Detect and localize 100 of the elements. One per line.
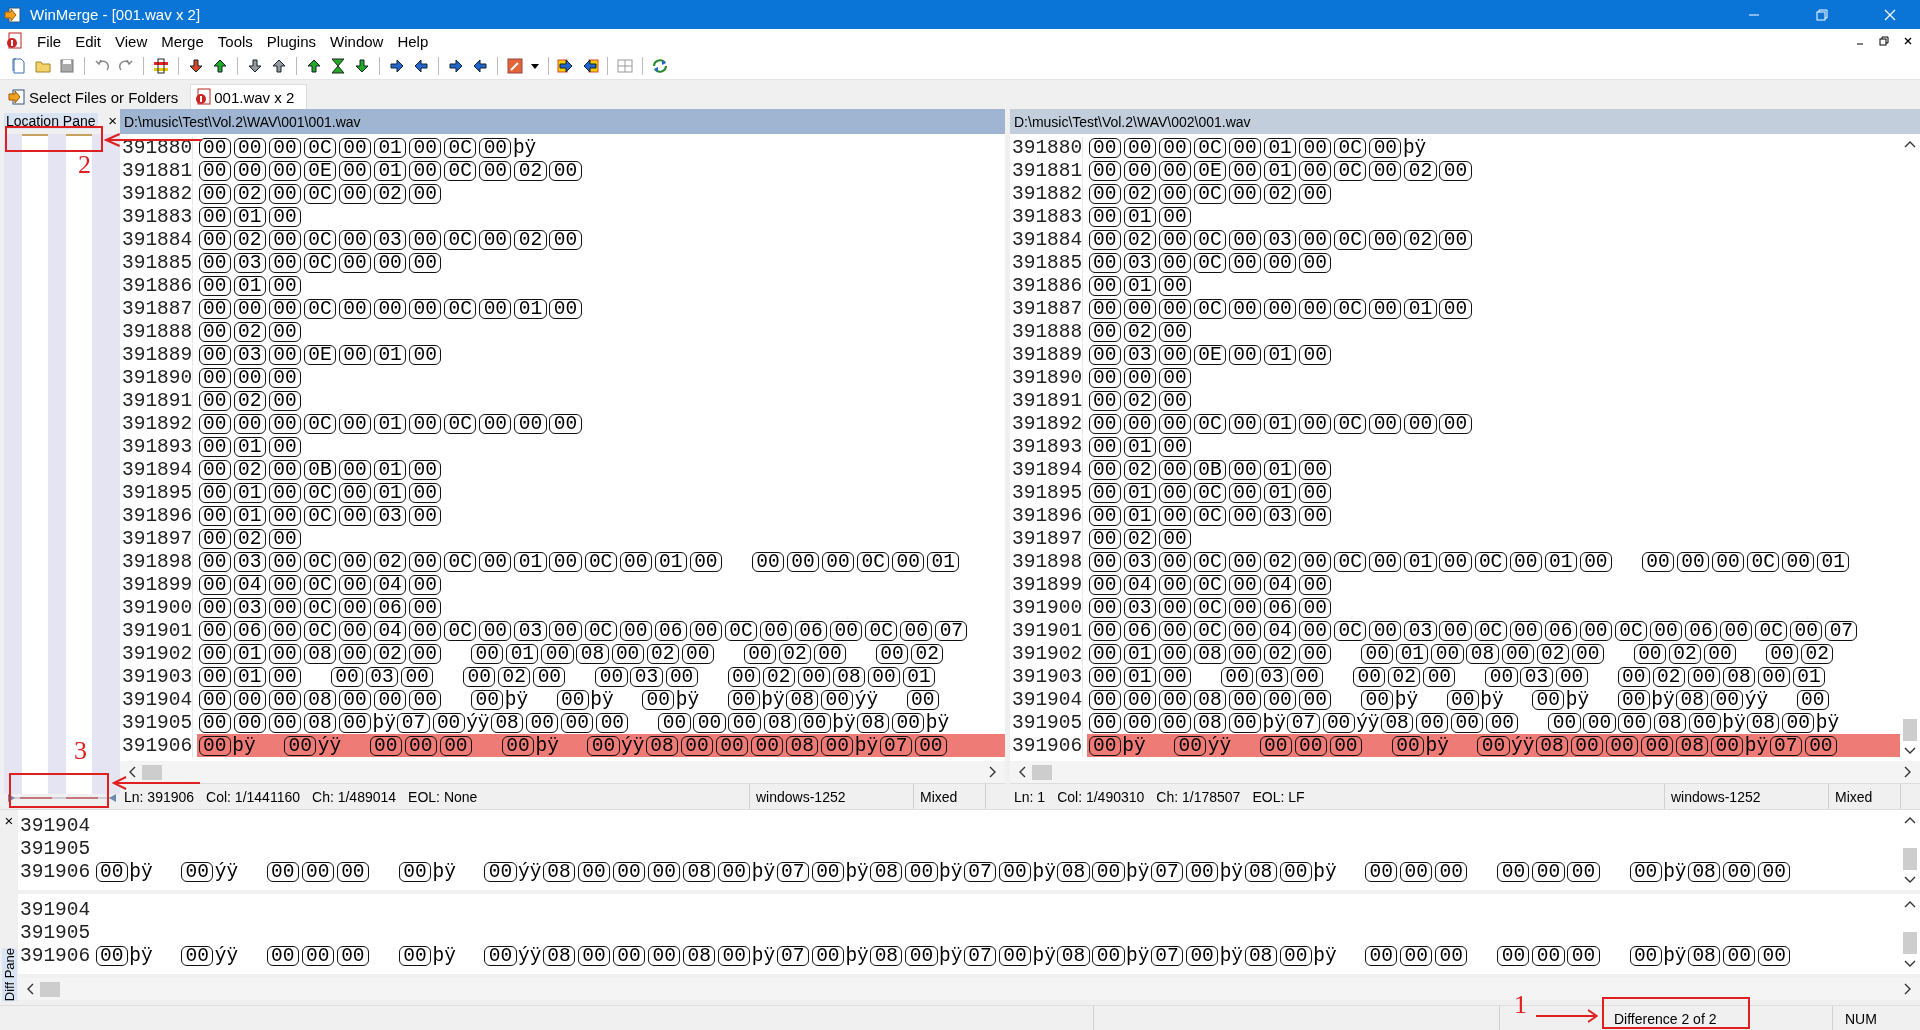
document-tab[interactable]: 001.wav x 2 (190, 84, 308, 109)
hex-byte: 01 (514, 551, 547, 572)
close-button[interactable]: × (108, 112, 117, 129)
hex-byte: 0C (1193, 574, 1227, 595)
menu-item[interactable]: Plugins (259, 32, 324, 50)
hex-byte: 00 (1228, 160, 1262, 181)
close-button[interactable]: × (4, 812, 14, 829)
scroll-thumb[interactable] (1903, 932, 1917, 954)
menu-item[interactable]: Window (323, 32, 391, 50)
hex-byte: 00 (549, 413, 582, 434)
hex-byte: 00 (1228, 252, 1262, 273)
scroll-down-icon[interactable] (1904, 876, 1916, 884)
menu-item[interactable]: Tools (210, 32, 260, 50)
close-icon[interactable] (1903, 36, 1913, 46)
scroll-thumb[interactable] (1032, 764, 1052, 780)
down-arrow-icon[interactable] (246, 57, 264, 75)
menu-item[interactable]: Edit (68, 32, 109, 50)
menu-item[interactable]: File (30, 32, 69, 50)
hex-byte: 00 (1687, 666, 1720, 687)
hex-byte: 00 (268, 206, 301, 227)
scroll-thumb[interactable] (40, 981, 60, 997)
bars-icon[interactable] (152, 57, 170, 75)
hex-byte: 00 (198, 597, 231, 618)
left-arrow-icon[interactable] (471, 57, 489, 75)
hex-byte: 00 (1088, 459, 1121, 480)
line-number: 391903 (1010, 665, 1084, 688)
hex-byte: 0C (303, 574, 337, 595)
scroll-thumb[interactable] (1903, 719, 1917, 741)
hex-byte: 00 (1228, 551, 1262, 572)
right-arrow-icon[interactable] (557, 57, 575, 75)
hex-byte: 00 (1123, 160, 1156, 181)
hex-byte: 08 (1057, 945, 1090, 966)
down-arrow-icon[interactable] (353, 57, 371, 75)
document-icon[interactable] (10, 57, 28, 75)
hex-byte: 01 (927, 551, 960, 572)
scroll-thumb[interactable] (142, 764, 162, 780)
hex-byte: 0C (303, 505, 337, 526)
hourglass-icon[interactable] (329, 57, 347, 75)
right-arrow-icon[interactable] (388, 57, 406, 75)
scroll-left-icon[interactable] (128, 766, 136, 778)
scroll-left-icon[interactable] (1018, 766, 1026, 778)
scroll-thumb[interactable] (1903, 848, 1917, 870)
hex-byte: 00 (1228, 482, 1262, 503)
hex-byte: 00 (1158, 689, 1191, 710)
scroll-down-icon[interactable] (1904, 747, 1916, 755)
annotation-arrow (1536, 1009, 1598, 1023)
hex-byte: 00 (374, 252, 407, 273)
up-arrow-icon[interactable] (305, 57, 323, 75)
scroll-up-icon[interactable] (1904, 900, 1916, 908)
hex-byte: 00 (1123, 689, 1156, 710)
hex-byte: 00 (1088, 597, 1121, 618)
left-arrow-icon[interactable] (581, 57, 599, 75)
scroll-up-icon[interactable] (1904, 816, 1916, 824)
hex-byte: 08 (1244, 861, 1277, 882)
left-arrow-icon[interactable] (412, 57, 430, 75)
line-number: 391883 (1010, 205, 1084, 228)
right-arrow-icon[interactable] (447, 57, 465, 75)
horizontal-scrollbar[interactable] (120, 761, 1005, 783)
hex-byte: 00 (1123, 137, 1156, 158)
hex-byte: 00 (338, 137, 372, 158)
hex-byte: 03 (1520, 666, 1553, 687)
hex-byte: 00 (1123, 367, 1156, 388)
hex-byte: 00 (1606, 735, 1639, 756)
line-number: 391898 (120, 550, 194, 573)
menu-item[interactable]: Help (390, 32, 436, 50)
hex-byte: 00 (338, 482, 372, 503)
hex-byte: 00 (1228, 689, 1262, 710)
hex-byte: 00 (198, 344, 231, 365)
down-arrow-icon[interactable] (187, 57, 205, 75)
hex-byte: 00 (338, 229, 372, 250)
scroll-down-icon[interactable] (1904, 960, 1916, 968)
character-text: þÿ (832, 711, 856, 734)
hex-byte: 00 (1299, 252, 1332, 273)
hex-byte: 00 (1228, 137, 1262, 158)
refresh-icon[interactable] (651, 57, 669, 75)
scroll-left-icon[interactable] (26, 983, 34, 995)
document-icon[interactable] (6, 32, 22, 50)
hex-byte: 01 (1264, 482, 1297, 503)
hex-byte: 0E (303, 160, 337, 181)
scroll-right-icon[interactable] (1904, 766, 1912, 778)
line-number: 391899 (1010, 573, 1084, 596)
hex-byte: 02 (233, 229, 266, 250)
restore-icon[interactable] (1879, 36, 1889, 46)
line-number: 391882 (1010, 182, 1084, 205)
up-arrow-icon[interactable] (270, 57, 288, 75)
scroll-right-icon[interactable] (1904, 983, 1912, 995)
save-icon[interactable] (58, 57, 76, 75)
character-text: ýÿ (1356, 711, 1380, 734)
hex-byte: 0C (865, 620, 898, 641)
scroll-up-icon[interactable] (1904, 140, 1916, 148)
hex-byte: 00 (1782, 712, 1815, 733)
hex-byte: 00 (484, 861, 517, 882)
menu-item[interactable]: Merge (154, 32, 211, 50)
horizontal-scrollbar[interactable] (1010, 761, 1920, 783)
scroll-right-icon[interactable] (989, 766, 997, 778)
menu-item[interactable]: View (108, 32, 155, 50)
hex-byte: 03 (1123, 551, 1156, 572)
up-arrow-icon[interactable] (211, 57, 229, 75)
hex-byte: 0C (444, 551, 477, 572)
character-text: þÿ (504, 688, 529, 711)
